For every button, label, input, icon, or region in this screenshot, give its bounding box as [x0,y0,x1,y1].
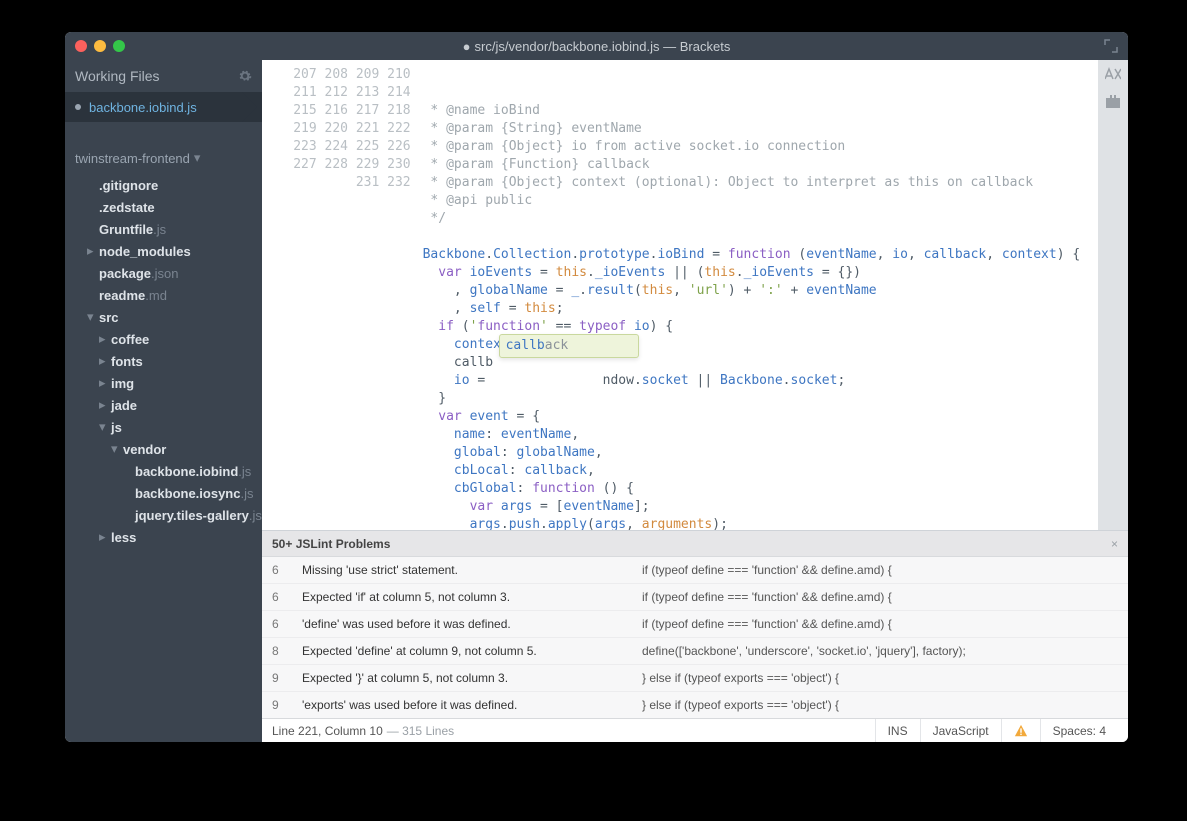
problem-row[interactable]: 9Expected '}' at column 5, not column 3.… [262,665,1128,692]
working-files-header: Working Files [65,60,262,92]
project-dropdown[interactable]: twinstream-frontend ▾ [65,142,262,174]
insert-mode[interactable]: INS [875,719,920,743]
code-editor[interactable]: 207 208 209 210 211 212 213 214 215 216 … [262,60,1098,530]
tree-arrow-icon: ▾ [111,441,121,457]
tree-item[interactable]: ▾src [75,306,262,328]
tree-item[interactable]: backbone.iobind.js [75,460,262,482]
problems-list[interactable]: 6Missing 'use strict' statement.if (type… [262,557,1128,718]
modified-dot-icon [75,104,81,110]
live-preview-icon[interactable] [1105,66,1121,82]
tree-arrow-icon: ▾ [87,309,97,325]
tree-item[interactable]: ▸img [75,372,262,394]
tree-arrow-icon: ▸ [99,397,109,413]
chevron-down-icon: ▾ [194,150,201,166]
tree-arrow-icon: ▸ [99,529,109,545]
app-window: ● src/js/vendor/backbone.iobind.js — Brac… [65,32,1128,742]
warning-icon[interactable] [1001,719,1040,743]
window-title-text: src/js/vendor/backbone.iobind.js — Brack… [475,39,731,54]
language-mode[interactable]: JavaScript [920,719,1001,743]
working-file-item[interactable]: backbone.iobind.js [65,92,262,122]
tree-item[interactable]: ▸less [75,526,262,548]
tree-item[interactable]: readme.md [75,284,262,306]
tree-item[interactable]: ▾vendor [75,438,262,460]
tree-item[interactable]: ▸coffee [75,328,262,350]
status-bar: Line 221, Column 10 — 315 Lines INS Java… [262,718,1128,742]
modified-indicator: ● [463,39,471,54]
working-file-name: backbone.iobind.js [89,100,197,115]
problem-row[interactable]: 6Expected 'if' at column 5, not column 3… [262,584,1128,611]
tree-arrow-icon: ▸ [87,243,97,259]
cursor-position[interactable]: Line 221, Column 10 [272,724,383,738]
window-title: ● src/js/vendor/backbone.iobind.js — Brac… [65,39,1128,54]
tree-arrow-icon: ▸ [99,353,109,369]
main-area: 207 208 209 210 211 212 213 214 215 216 … [262,60,1128,742]
problems-panel-header[interactable]: 50+ JSLint Problems × [262,531,1128,557]
tree-item[interactable]: Gruntfile.js [75,218,262,240]
gear-icon[interactable] [238,69,252,83]
tree-item[interactable]: jquery.tiles-gallery.js [75,504,262,526]
problem-row[interactable]: 6'define' was used before it was defined… [262,611,1128,638]
tree-item[interactable]: ▸fonts [75,350,262,372]
code-source[interactable]: * @name ioBind * @param {String} eventNa… [419,60,1098,530]
project-name: twinstream-frontend [75,151,190,166]
problems-panel: 50+ JSLint Problems × 6Missing 'use stri… [262,530,1128,718]
sidebar: Working Files backbone.iobind.js twinstr… [65,60,262,742]
indent-mode[interactable]: Spaces: 4 [1040,719,1118,743]
tree-item[interactable]: ▸node_modules [75,240,262,262]
tree-item[interactable]: backbone.iosync.js [75,482,262,504]
file-tree: .gitignore.zedstateGruntfile.js▸node_mod… [65,174,262,548]
tree-item[interactable]: ▾js [75,416,262,438]
tree-arrow-icon: ▸ [99,375,109,391]
problem-row[interactable]: 6Missing 'use strict' statement.if (type… [262,557,1128,584]
close-icon[interactable]: × [1111,537,1118,551]
tree-arrow-icon: ▸ [99,331,109,347]
tree-item[interactable]: ▸jade [75,394,262,416]
titlebar[interactable]: ● src/js/vendor/backbone.iobind.js — Brac… [65,32,1128,60]
tree-item[interactable]: package.json [75,262,262,284]
problem-row[interactable]: 9'exports' was used before it was define… [262,692,1128,718]
tree-item[interactable]: .gitignore [75,174,262,196]
tree-item[interactable]: .zedstate [75,196,262,218]
problem-row[interactable]: 8Expected 'define' at column 9, not colu… [262,638,1128,665]
total-lines: — 315 Lines [387,724,454,738]
line-gutter: 207 208 209 210 211 212 213 214 215 216 … [262,60,419,530]
code-hint-popup[interactable]: callback [499,334,640,358]
tree-arrow-icon: ▾ [99,419,109,435]
problems-title: 50+ JSLint Problems [272,537,390,551]
right-toolbar [1098,60,1128,530]
extensions-icon[interactable] [1105,94,1121,110]
